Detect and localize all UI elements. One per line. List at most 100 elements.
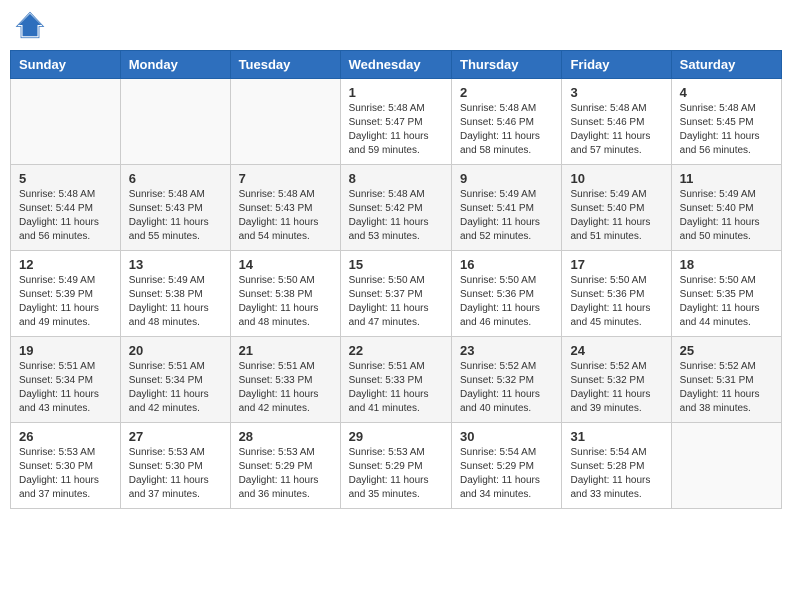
day-number: 23 xyxy=(460,343,553,358)
day-info: Sunrise: 5:48 AM Sunset: 5:44 PM Dayligh… xyxy=(19,188,112,244)
calendar-cell: 3 Sunrise: 5:48 AM Sunset: 5:46 PM Daylig… xyxy=(562,79,671,165)
day-info: Sunrise: 5:49 AM Sunset: 5:38 PM Dayligh… xyxy=(129,274,222,330)
day-info: Sunrise: 5:48 AM Sunset: 5:43 PM Dayligh… xyxy=(129,188,222,244)
column-header-friday: Friday xyxy=(562,51,671,79)
day-info: Sunrise: 5:50 AM Sunset: 5:38 PM Dayligh… xyxy=(239,274,332,330)
day-number: 17 xyxy=(570,257,662,272)
calendar-cell: 18Sunrise: 5:50 AM Sunset: 5:35 PM Dayli… xyxy=(671,251,781,337)
calendar-week-row: 26Sunrise: 5:53 AM Sunset: 5:30 PM Dayli… xyxy=(11,423,782,509)
calendar-week-row: 1 Sunrise: 5:48 AM Sunset: 5:47 PM Daylig… xyxy=(11,79,782,165)
day-info: Sunrise: 5:48 AM Sunset: 5:46 PM Dayligh… xyxy=(460,102,553,158)
calendar-cell: 23 Sunrise: 5:52 AM Sunset: 5:32 PM Dayli… xyxy=(452,337,562,423)
day-number: 28 xyxy=(239,429,332,444)
calendar-cell: 5 Sunrise: 5:48 AM Sunset: 5:44 PM Daylig… xyxy=(11,165,121,251)
day-info: Sunrise: 5:52 AM Sunset: 5:31 PM Dayligh… xyxy=(680,360,773,416)
day-info: Sunrise: 5:50 AM Sunset: 5:37 PM Dayligh… xyxy=(349,274,443,330)
day-info: Sunrise: 5:49 AM Sunset: 5:40 PM Dayligh… xyxy=(570,188,662,244)
day-number: 15 xyxy=(349,257,443,272)
day-number: 6 xyxy=(129,171,222,186)
day-number: 3 xyxy=(570,85,662,100)
calendar-cell: 31 Sunrise: 5:54 AM Sunset: 5:28 PM Dayli… xyxy=(562,423,671,509)
calendar-cell: 22Sunrise: 5:51 AM Sunset: 5:33 PM Dayli… xyxy=(340,337,451,423)
day-number: 2 xyxy=(460,85,553,100)
day-info: Sunrise: 5:51 AM Sunset: 5:33 PM Dayligh… xyxy=(239,360,332,416)
day-number: 4 xyxy=(680,85,773,100)
day-number: 29 xyxy=(349,429,443,444)
day-info: Sunrise: 5:48 AM Sunset: 5:43 PM Dayligh… xyxy=(239,188,332,244)
calendar-cell: 27 Sunrise: 5:53 AM Sunset: 5:30 PM Dayli… xyxy=(120,423,230,509)
calendar-cell: 26Sunrise: 5:53 AM Sunset: 5:30 PM Dayli… xyxy=(11,423,121,509)
day-info: Sunrise: 5:49 AM Sunset: 5:39 PM Dayligh… xyxy=(19,274,112,330)
day-info: Sunrise: 5:48 AM Sunset: 5:46 PM Dayligh… xyxy=(570,102,662,158)
day-info: Sunrise: 5:53 AM Sunset: 5:29 PM Dayligh… xyxy=(239,446,332,502)
day-number: 27 xyxy=(129,429,222,444)
day-number: 19 xyxy=(19,343,112,358)
calendar-cell: 4 Sunrise: 5:48 AM Sunset: 5:45 PM Daylig… xyxy=(671,79,781,165)
day-number: 20 xyxy=(129,343,222,358)
calendar-cell: 29 Sunrise: 5:53 AM Sunset: 5:29 PM Dayli… xyxy=(340,423,451,509)
day-info: Sunrise: 5:50 AM Sunset: 5:36 PM Dayligh… xyxy=(570,274,662,330)
day-info: Sunrise: 5:53 AM Sunset: 5:29 PM Dayligh… xyxy=(349,446,443,502)
calendar-cell: 19 Sunrise: 5:51 AM Sunset: 5:34 PM Dayli… xyxy=(11,337,121,423)
column-header-monday: Monday xyxy=(120,51,230,79)
column-header-wednesday: Wednesday xyxy=(340,51,451,79)
calendar-table: SundayMondayTuesdayWednesdayThursdayFrid… xyxy=(10,50,782,509)
day-info: Sunrise: 5:48 AM Sunset: 5:45 PM Dayligh… xyxy=(680,102,773,158)
day-info: Sunrise: 5:53 AM Sunset: 5:30 PM Dayligh… xyxy=(19,446,112,502)
calendar-cell: 6 Sunrise: 5:48 AM Sunset: 5:43 PM Daylig… xyxy=(120,165,230,251)
calendar-cell: 21 Sunrise: 5:51 AM Sunset: 5:33 PM Dayli… xyxy=(230,337,340,423)
day-number: 1 xyxy=(349,85,443,100)
calendar-cell: 8 Sunrise: 5:48 AM Sunset: 5:42 PM Daylig… xyxy=(340,165,451,251)
day-number: 11 xyxy=(680,171,773,186)
day-number: 5 xyxy=(19,171,112,186)
day-info: Sunrise: 5:52 AM Sunset: 5:32 PM Dayligh… xyxy=(570,360,662,416)
calendar-cell xyxy=(230,79,340,165)
calendar-week-row: 5 Sunrise: 5:48 AM Sunset: 5:44 PM Daylig… xyxy=(11,165,782,251)
calendar-cell: 28 Sunrise: 5:53 AM Sunset: 5:29 PM Dayli… xyxy=(230,423,340,509)
calendar-cell: 11Sunrise: 5:49 AM Sunset: 5:40 PM Dayli… xyxy=(671,165,781,251)
day-number: 10 xyxy=(570,171,662,186)
day-info: Sunrise: 5:52 AM Sunset: 5:32 PM Dayligh… xyxy=(460,360,553,416)
day-number: 8 xyxy=(349,171,443,186)
day-number: 12 xyxy=(19,257,112,272)
column-header-thursday: Thursday xyxy=(452,51,562,79)
calendar-cell: 17 Sunrise: 5:50 AM Sunset: 5:36 PM Dayli… xyxy=(562,251,671,337)
logo xyxy=(15,10,49,40)
day-number: 31 xyxy=(570,429,662,444)
calendar-cell: 14 Sunrise: 5:50 AM Sunset: 5:38 PM Dayli… xyxy=(230,251,340,337)
day-info: Sunrise: 5:54 AM Sunset: 5:28 PM Dayligh… xyxy=(570,446,662,502)
day-info: Sunrise: 5:51 AM Sunset: 5:34 PM Dayligh… xyxy=(129,360,222,416)
calendar-cell: 30Sunrise: 5:54 AM Sunset: 5:29 PM Dayli… xyxy=(452,423,562,509)
day-info: Sunrise: 5:51 AM Sunset: 5:34 PM Dayligh… xyxy=(19,360,112,416)
calendar-cell: 25 Sunrise: 5:52 AM Sunset: 5:31 PM Dayli… xyxy=(671,337,781,423)
day-number: 25 xyxy=(680,343,773,358)
day-info: Sunrise: 5:53 AM Sunset: 5:30 PM Dayligh… xyxy=(129,446,222,502)
column-header-tuesday: Tuesday xyxy=(230,51,340,79)
column-header-sunday: Sunday xyxy=(11,51,121,79)
calendar-header-row: SundayMondayTuesdayWednesdayThursdayFrid… xyxy=(11,51,782,79)
calendar-cell xyxy=(11,79,121,165)
calendar-cell: 12 Sunrise: 5:49 AM Sunset: 5:39 PM Dayli… xyxy=(11,251,121,337)
calendar-cell: 16Sunrise: 5:50 AM Sunset: 5:36 PM Dayli… xyxy=(452,251,562,337)
day-number: 9 xyxy=(460,171,553,186)
calendar-cell xyxy=(120,79,230,165)
calendar-cell xyxy=(671,423,781,509)
calendar-week-row: 19 Sunrise: 5:51 AM Sunset: 5:34 PM Dayli… xyxy=(11,337,782,423)
calendar-cell: 9 Sunrise: 5:49 AM Sunset: 5:41 PM Daylig… xyxy=(452,165,562,251)
day-info: Sunrise: 5:48 AM Sunset: 5:47 PM Dayligh… xyxy=(349,102,443,158)
column-header-saturday: Saturday xyxy=(671,51,781,79)
day-number: 21 xyxy=(239,343,332,358)
calendar-cell: 10 Sunrise: 5:49 AM Sunset: 5:40 PM Dayli… xyxy=(562,165,671,251)
day-number: 30 xyxy=(460,429,553,444)
day-info: Sunrise: 5:50 AM Sunset: 5:35 PM Dayligh… xyxy=(680,274,773,330)
day-info: Sunrise: 5:49 AM Sunset: 5:41 PM Dayligh… xyxy=(460,188,553,244)
day-number: 24 xyxy=(570,343,662,358)
day-number: 13 xyxy=(129,257,222,272)
calendar-cell: 20 Sunrise: 5:51 AM Sunset: 5:34 PM Dayli… xyxy=(120,337,230,423)
day-info: Sunrise: 5:48 AM Sunset: 5:42 PM Dayligh… xyxy=(349,188,443,244)
day-number: 14 xyxy=(239,257,332,272)
calendar-cell: 7Sunrise: 5:48 AM Sunset: 5:43 PM Daylig… xyxy=(230,165,340,251)
day-number: 22 xyxy=(349,343,443,358)
day-info: Sunrise: 5:50 AM Sunset: 5:36 PM Dayligh… xyxy=(460,274,553,330)
calendar-cell: 2 Sunrise: 5:48 AM Sunset: 5:46 PM Daylig… xyxy=(452,79,562,165)
